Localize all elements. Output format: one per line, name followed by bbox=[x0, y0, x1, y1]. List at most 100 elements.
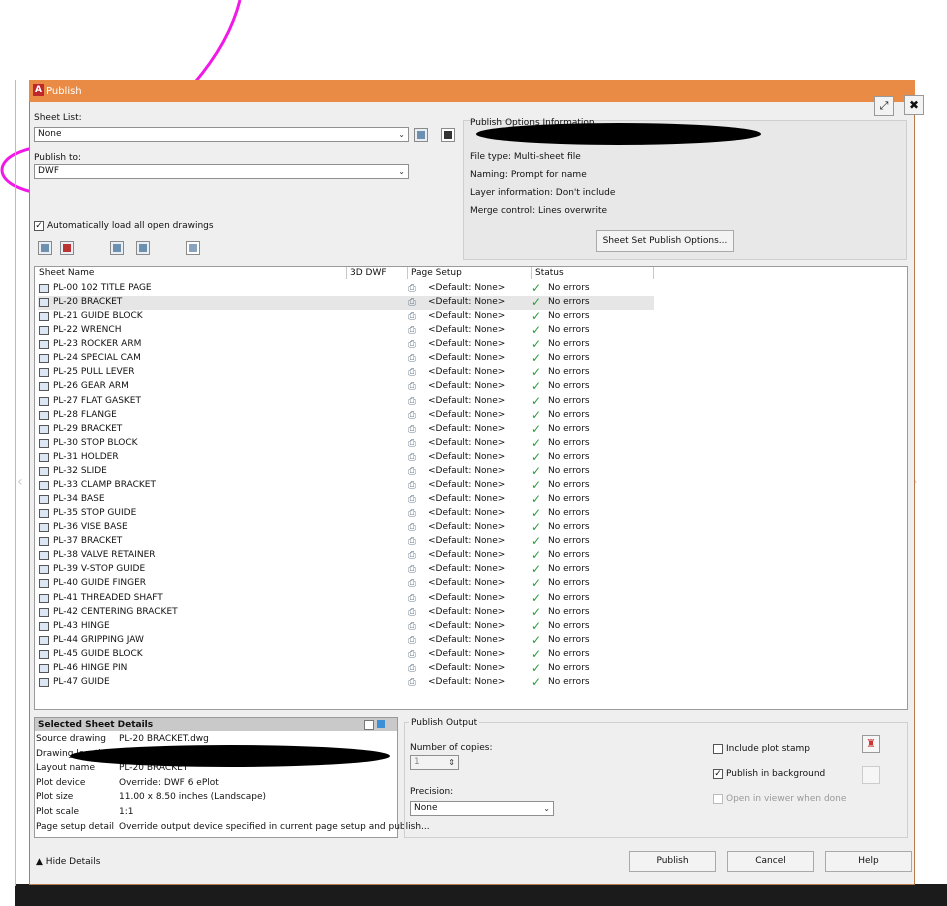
col-page-setup[interactable]: Page Setup bbox=[411, 268, 462, 278]
page-setup-value[interactable]: <Default: None> bbox=[428, 635, 505, 645]
col-status[interactable]: Status bbox=[535, 268, 564, 278]
checkmark-icon: ✓ bbox=[531, 379, 542, 394]
page-setup-value[interactable]: <Default: None> bbox=[428, 325, 505, 335]
table-row[interactable]: PL-37 BRACKET ⎙ <Default: None> ✓ No errors bbox=[38, 534, 654, 549]
page-setup-value[interactable]: <Default: None> bbox=[428, 663, 505, 673]
page-setup-value[interactable]: <Default: None> bbox=[428, 564, 505, 574]
page-setup-value[interactable]: <Default: None> bbox=[428, 452, 505, 462]
table-row[interactable]: PL-23 ROCKER ARM ⎙ <Default: None> ✓ No erro… bbox=[38, 337, 654, 352]
table-row[interactable]: PL-21 GUIDE BLOCK ⎙ <Default: None> ✓ No err… bbox=[38, 309, 654, 324]
sheet-icon bbox=[39, 565, 49, 575]
sheet-name: PL-30 STOP BLOCK bbox=[53, 437, 138, 448]
remove-sheets-icon[interactable] bbox=[60, 241, 74, 255]
table-row[interactable]: PL-30 STOP BLOCK ⎙ <Default: None> ✓ No erro… bbox=[38, 436, 654, 451]
col-sheet-name[interactable]: Sheet Name bbox=[39, 268, 94, 278]
page-setup-value[interactable]: <Default: None> bbox=[428, 381, 505, 391]
page-setup-value[interactable]: <Default: None> bbox=[428, 311, 505, 321]
table-row[interactable]: PL-38 VALVE RETAINER ⎙ <Default: None> ✓ No … bbox=[38, 548, 654, 563]
table-row[interactable]: PL-35 STOP GUIDE ⎙ <Default: None> ✓ No erro… bbox=[38, 506, 654, 521]
page-setup-value[interactable]: <Default: None> bbox=[428, 494, 505, 504]
table-row[interactable]: PL-33 CLAMP BRACKET ⎙ <Default: None> ✓ No e… bbox=[38, 478, 654, 493]
table-row[interactable]: PL-29 BRACKET ⎙ <Default: None> ✓ No errors bbox=[38, 422, 654, 437]
expand-button[interactable]: ⤢ bbox=[874, 96, 894, 116]
table-row[interactable]: PL-00 102 TITLE PAGE ⎙ <Default: None> ✓ No … bbox=[38, 281, 654, 296]
checkmark-icon: ✓ bbox=[531, 393, 542, 408]
save-sheet-list-icon[interactable] bbox=[441, 128, 455, 142]
table-row[interactable]: PL-40 GUIDE FINGER ⎙ <Default: None> ✓ No er… bbox=[38, 576, 654, 591]
page-setup-icon: ⎙ bbox=[408, 297, 416, 309]
page-setup-icon: ⎙ bbox=[408, 676, 416, 688]
sheet-name: PL-31 HOLDER bbox=[53, 451, 119, 462]
plot-stamp-settings-icon[interactable]: ♜ bbox=[862, 735, 880, 753]
cancel-button[interactable]: Cancel bbox=[727, 851, 814, 872]
close-button[interactable]: ✖ bbox=[904, 95, 924, 115]
col-sep bbox=[346, 267, 347, 279]
page-setup-value[interactable]: <Default: None> bbox=[428, 480, 505, 490]
page-setup-value[interactable]: <Default: None> bbox=[428, 339, 505, 349]
preview-icon[interactable] bbox=[186, 241, 200, 255]
hide-details-link[interactable]: ▲ Hide Details bbox=[36, 857, 100, 867]
detail-key: Source drawing bbox=[36, 734, 106, 744]
page-setup-value[interactable]: <Default: None> bbox=[428, 607, 505, 617]
table-row[interactable]: PL-25 PULL LEVER ⎙ <Default: None> ✓ No erro… bbox=[38, 365, 654, 380]
page-setup-value[interactable]: <Default: None> bbox=[428, 438, 505, 448]
table-row[interactable]: PL-24 SPECIAL CAM ⎙ <Default: None> ✓ No err… bbox=[38, 351, 654, 366]
table-row[interactable]: PL-31 HOLDER ⎙ <Default: None> ✓ No errors bbox=[38, 450, 654, 465]
table-row[interactable]: PL-42 CENTERING BRACKET ⎙ <Default: None> ✓… bbox=[38, 605, 654, 620]
sheet-list-combo[interactable]: None ⌄ bbox=[34, 127, 409, 142]
autocad-app-icon: A bbox=[33, 84, 44, 96]
table-row[interactable]: PL-39 V-STOP GUIDE ⎙ <Default: None> ✓ No er… bbox=[38, 562, 654, 577]
background-settings-icon[interactable] bbox=[862, 766, 880, 784]
include-plot-stamp-checkbox[interactable] bbox=[713, 744, 723, 754]
sheet-name: PL-41 THREADED SHAFT bbox=[53, 592, 163, 603]
table-row[interactable]: PL-28 FLANGE ⎙ <Default: None> ✓ No errors bbox=[38, 408, 654, 423]
table-row[interactable]: PL-22 WRENCH ⎙ <Default: None> ✓ No errors bbox=[38, 323, 654, 338]
page-setup-value[interactable]: <Default: None> bbox=[428, 536, 505, 546]
page-setup-value[interactable]: <Default: None> bbox=[428, 424, 505, 434]
table-row[interactable]: PL-26 GEAR ARM ⎙ <Default: None> ✓ No errors bbox=[38, 379, 654, 394]
page-setup-value[interactable]: <Default: None> bbox=[428, 283, 505, 293]
page-setup-value[interactable]: <Default: None> bbox=[428, 578, 505, 588]
page-setup-value[interactable]: <Default: None> bbox=[428, 508, 505, 518]
table-row[interactable]: PL-20 BRACKET ⎙ <Default: None> ✓ No errors bbox=[38, 295, 654, 311]
table-row[interactable]: PL-36 VISE BASE ⎙ <Default: None> ✓ No error… bbox=[38, 520, 654, 535]
prev-arrow-icon[interactable]: ‹ bbox=[17, 474, 23, 490]
copies-input[interactable]: 1 ⇕ bbox=[410, 755, 459, 770]
checkmark-icon: ✓ bbox=[531, 660, 542, 675]
table-row[interactable]: PL-44 GRIPPING JAW ⎙ <Default: None> ✓ No er… bbox=[38, 633, 654, 648]
add-sheets-icon[interactable] bbox=[38, 241, 52, 255]
table-row[interactable]: PL-46 HINGE PIN ⎙ <Default: None> ✓ No error… bbox=[38, 660, 654, 676]
page-setup-value[interactable]: <Default: None> bbox=[428, 466, 505, 476]
publish-to-combo[interactable]: DWF ⌄ bbox=[34, 164, 409, 179]
spin-icon[interactable]: ⇕ bbox=[448, 756, 455, 769]
publish-button[interactable]: Publish bbox=[629, 851, 716, 872]
move-down-icon[interactable] bbox=[136, 241, 150, 255]
page-setup-value[interactable]: <Default: None> bbox=[428, 621, 505, 631]
table-row[interactable]: PL-43 HINGE ⎙ <Default: None> ✓ No errors bbox=[38, 619, 654, 634]
publish-in-background-checkbox[interactable]: ✓ bbox=[713, 769, 723, 779]
table-row[interactable]: PL-27 FLAT GASKET ⎙ <Default: None> ✓ No err… bbox=[38, 393, 654, 409]
page-setup-value[interactable]: <Default: None> bbox=[428, 353, 505, 363]
table-row[interactable]: PL-47 GUIDE ⎙ <Default: None> ✓ No errors bbox=[38, 675, 654, 690]
table-row[interactable]: PL-32 SLIDE ⎙ <Default: None> ✓ No errors bbox=[38, 464, 654, 479]
page-setup-value[interactable]: <Default: None> bbox=[428, 593, 505, 603]
auto-load-checkbox[interactable]: ✓ bbox=[34, 221, 44, 231]
page-setup-value[interactable]: <Default: None> bbox=[428, 550, 505, 560]
page-setup-value[interactable]: <Default: None> bbox=[428, 367, 505, 377]
page-setup-value[interactable]: <Default: None> bbox=[428, 649, 505, 659]
precision-combo[interactable]: None ⌄ bbox=[410, 801, 554, 816]
publish-to-value: DWF bbox=[38, 166, 60, 176]
load-sheet-list-icon[interactable] bbox=[414, 128, 428, 142]
page-setup-value[interactable]: <Default: None> bbox=[428, 677, 505, 687]
table-row[interactable]: PL-34 BASE ⎙ <Default: None> ✓ No errors bbox=[38, 492, 654, 507]
page-setup-value[interactable]: <Default: None> bbox=[428, 396, 505, 406]
col-3d-dwf[interactable]: 3D DWF bbox=[350, 268, 387, 278]
table-row[interactable]: PL-41 THREADED SHAFT ⎙ <Default: None> ✓ No … bbox=[38, 591, 654, 606]
page-setup-value[interactable]: <Default: None> bbox=[428, 297, 505, 307]
page-setup-value[interactable]: <Default: None> bbox=[428, 522, 505, 532]
page-setup-value[interactable]: <Default: None> bbox=[428, 410, 505, 420]
help-button[interactable]: Help bbox=[825, 851, 912, 872]
sheet-set-publish-options-button[interactable]: Sheet Set Publish Options... bbox=[596, 230, 734, 252]
move-up-icon[interactable] bbox=[110, 241, 124, 255]
table-row[interactable]: PL-45 GUIDE BLOCK ⎙ <Default: None> ✓ No err… bbox=[38, 647, 654, 662]
